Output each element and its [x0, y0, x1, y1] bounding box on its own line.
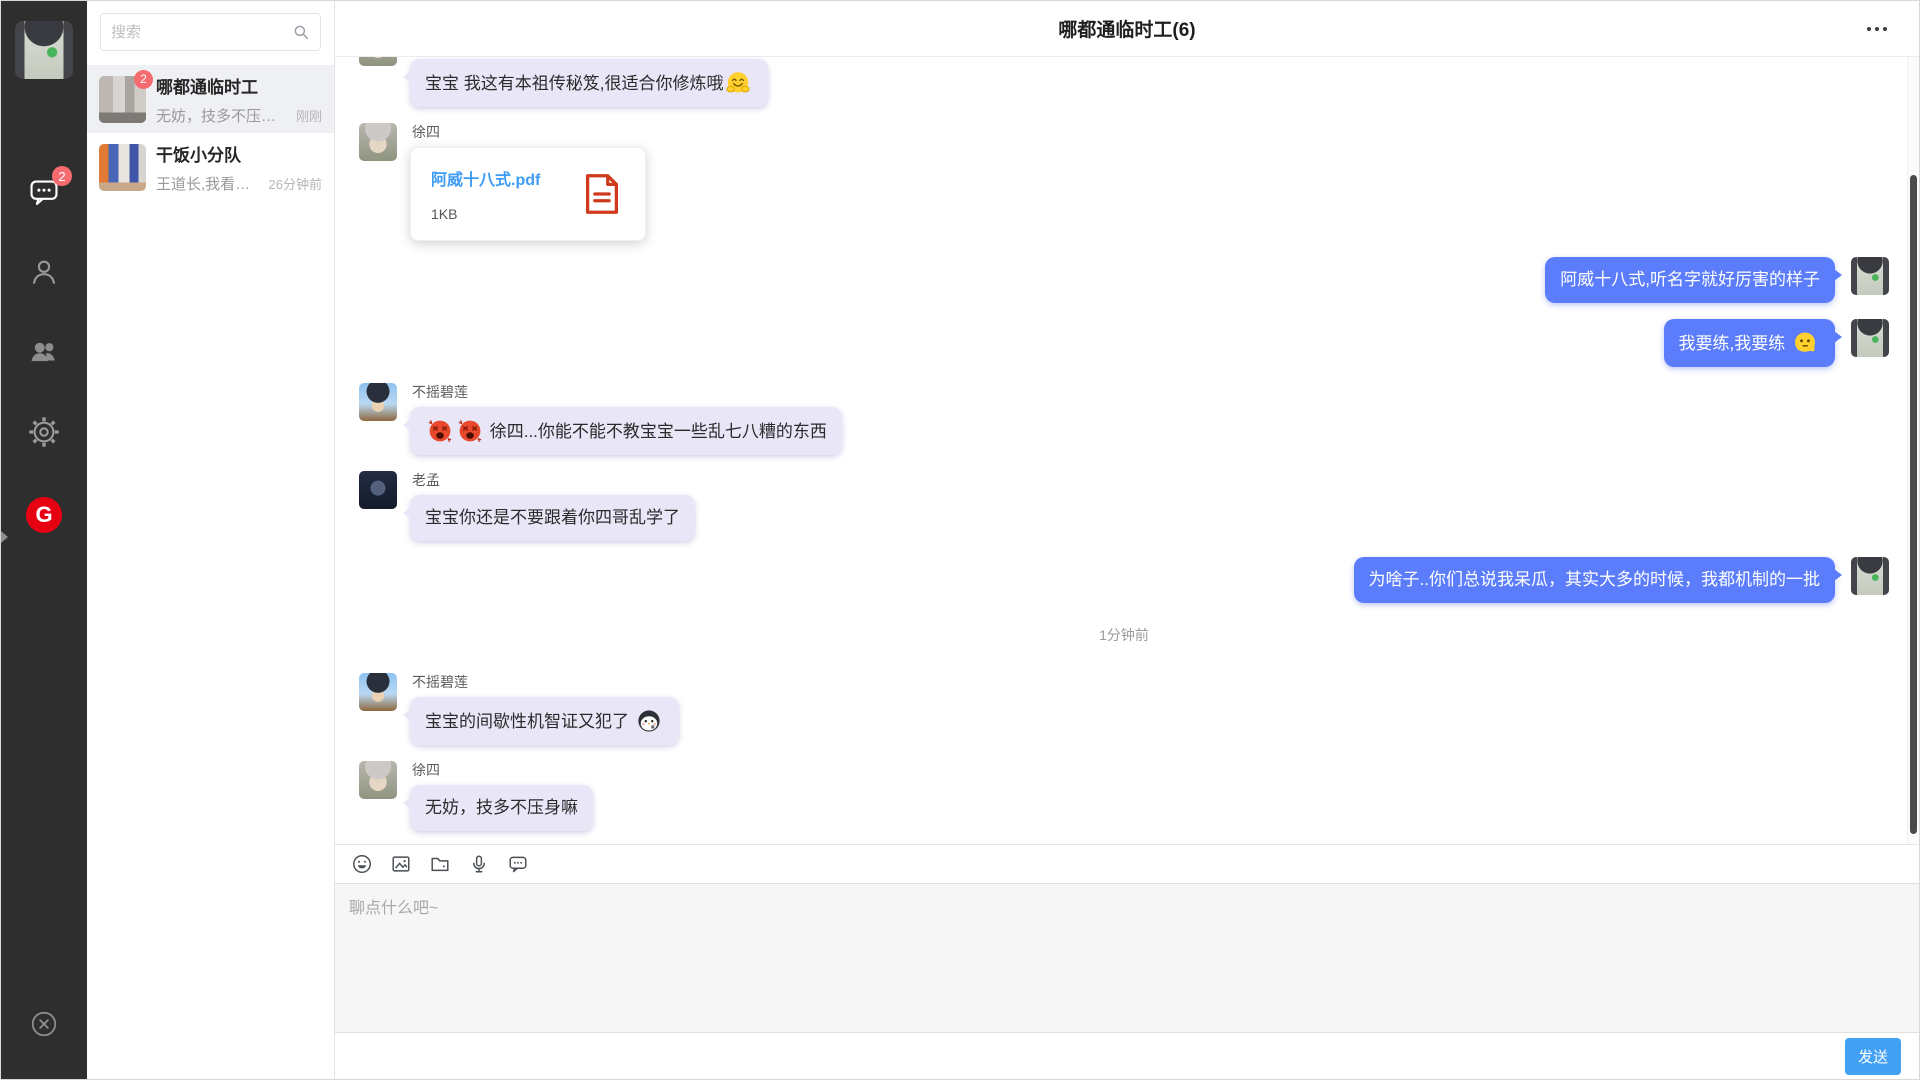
chat-name: 干饭小分队: [156, 141, 322, 166]
chat-preview: 无妨，技多不压身嘛: [156, 105, 290, 126]
sender-name: 不摇碧莲: [412, 385, 842, 399]
composer: 发送: [335, 844, 1919, 1079]
scrollbar[interactable]: [1907, 57, 1919, 844]
user-avatar[interactable]: [15, 21, 73, 79]
message-bubble: 无妨，技多不压身嘛: [410, 785, 593, 831]
message-bubble: 我要练,我要练: [1664, 319, 1835, 367]
pdf-document-icon: [579, 171, 625, 217]
nav-contacts-icon[interactable]: [27, 255, 61, 289]
unread-badge: 2: [52, 166, 72, 186]
chat-list-item[interactable]: 2哪都通临时工无妨，技多不压身嘛刚刚: [87, 65, 334, 133]
close-icon[interactable]: [29, 1009, 59, 1039]
message-bubble: 为啥子..你们总说我呆瓜，其实大多的时候，我都机制的一批: [1354, 557, 1835, 603]
message-avatar[interactable]: [1851, 319, 1889, 357]
chat-list: 2哪都通临时工无妨，技多不压身嘛刚刚干饭小分队王道长,我看你才...26分钟前: [87, 65, 334, 201]
message-bubble-icon[interactable]: [507, 853, 529, 875]
unread-badge: 2: [134, 70, 153, 89]
sender-name: 徐四: [412, 125, 646, 139]
message-row: 为啥子..你们总说我呆瓜，其实大多的时候，我都机制的一批: [359, 557, 1889, 603]
nav-chats-icon[interactable]: 2: [27, 175, 61, 209]
message-row: 不摇碧莲宝宝的间歇性机智证又犯了: [359, 673, 1889, 745]
chat-avatar: [99, 144, 146, 191]
message-bubble: 宝宝的间歇性机智证又犯了: [410, 697, 679, 745]
search-icon[interactable]: [292, 23, 310, 41]
chat-preview: 王道长,我看你才...: [156, 173, 263, 194]
message-avatar[interactable]: [359, 123, 397, 161]
message-avatar[interactable]: [1851, 257, 1889, 295]
message-bubble: 阿威十八式,听名字就好厉害的样子: [1545, 257, 1835, 303]
chat-header: 哪都通临时工(6): [335, 1, 1919, 57]
penguin-emoji-icon: [636, 708, 662, 734]
folder-icon[interactable]: [429, 853, 451, 875]
app-logo[interactable]: G: [26, 497, 62, 533]
collapse-handle-icon[interactable]: [1, 531, 8, 543]
message-row: 不摇碧莲 徐四...你能不能不教宝宝一些乱七八糟的东西: [359, 383, 1889, 455]
message-row: 阿威十八式,听名字就好厉害的样子: [359, 257, 1889, 303]
search-box: [100, 13, 321, 51]
more-options-icon[interactable]: [1865, 21, 1889, 37]
smiley-icon[interactable]: [351, 853, 373, 875]
search-row: [87, 1, 334, 65]
image-icon[interactable]: [390, 853, 412, 875]
chat-title: 哪都通临时工(6): [1058, 15, 1195, 42]
sender-name: 不摇碧莲: [412, 675, 679, 689]
app-window: 2: [0, 0, 1920, 1080]
file-name[interactable]: 阿威十八式.pdf: [431, 166, 540, 190]
message-avatar[interactable]: [359, 673, 397, 711]
chat-time: 26分钟前: [269, 174, 322, 193]
message-avatar[interactable]: [359, 383, 397, 421]
composer-toolbar: [335, 845, 1919, 883]
hug-emoji-icon: [725, 70, 751, 96]
rage-emoji-icon: [457, 418, 483, 444]
message-bubble: 徐四...你能不能不教宝宝一些乱七八糟的东西: [410, 407, 842, 455]
file-size: 1KB: [431, 206, 540, 222]
message-row: 徐四无妨，技多不压身嘛: [359, 761, 1889, 831]
nav-settings-icon[interactable]: [27, 415, 61, 449]
chat-list-item[interactable]: 干饭小分队王道长,我看你才... 26分钟前: [87, 133, 334, 201]
message-avatar[interactable]: [359, 57, 397, 66]
message-avatar[interactable]: [1851, 557, 1889, 595]
message-area: 宝宝 我这有本祖传秘笈,很适合你修炼哦徐四阿威十八式.pdf1KB阿威十八式,听…: [335, 57, 1919, 844]
message-bubble: 宝宝 我这有本祖传秘笈,很适合你修炼哦: [410, 59, 768, 107]
message-avatar[interactable]: [359, 471, 397, 509]
microphone-icon[interactable]: [468, 853, 490, 875]
message-row: 宝宝 我这有本祖传秘笈,很适合你修炼哦: [359, 59, 1889, 107]
search-input[interactable]: [111, 24, 292, 41]
message-bubble: 宝宝你还是不要跟着你四哥乱学了: [410, 495, 695, 541]
message-row: 徐四阿威十八式.pdf 1KB: [359, 123, 1889, 241]
nav-groups-icon[interactable]: [27, 335, 61, 369]
composer-input-area: [335, 883, 1919, 1033]
send-row: 发送: [335, 1033, 1919, 1079]
chat-name: 哪都通临时工: [156, 73, 322, 98]
sidebar-rail: 2: [1, 1, 87, 1079]
conversation-list-panel: 2哪都通临时工无妨，技多不压身嘛刚刚干饭小分队王道长,我看你才...26分钟前: [87, 1, 335, 1079]
scrollbar-thumb[interactable]: [1910, 175, 1917, 834]
time-divider: 1分钟前: [359, 625, 1889, 645]
message-input[interactable]: [349, 894, 1905, 1022]
app-logo-letter: G: [35, 502, 52, 528]
sender-name: 徐四: [412, 763, 593, 777]
sidebar-nav: 2: [27, 175, 61, 449]
message-avatar[interactable]: [359, 761, 397, 799]
message-row: 老孟宝宝你还是不要跟着你四哥乱学了: [359, 471, 1889, 541]
sender-name: 老孟: [412, 473, 695, 487]
chat-avatar: 2: [99, 76, 146, 123]
file-attachment-card[interactable]: 阿威十八式.pdf 1KB: [410, 147, 646, 241]
chat-panel: 哪都通临时工(6) 宝宝 我这有本祖传秘笈,很适合你修炼哦徐四阿威十八式.pdf…: [335, 1, 1919, 1079]
send-button[interactable]: 发送: [1845, 1038, 1901, 1075]
chat-time: 刚刚: [296, 106, 322, 125]
message-column: 宝宝 我这有本祖传秘笈,很适合你修炼哦徐四阿威十八式.pdf1KB阿威十八式,听…: [359, 59, 1889, 831]
message-row: 我要练,我要练: [359, 319, 1889, 367]
melt-emoji-icon: [1792, 330, 1818, 356]
rage-emoji-icon: [427, 418, 453, 444]
